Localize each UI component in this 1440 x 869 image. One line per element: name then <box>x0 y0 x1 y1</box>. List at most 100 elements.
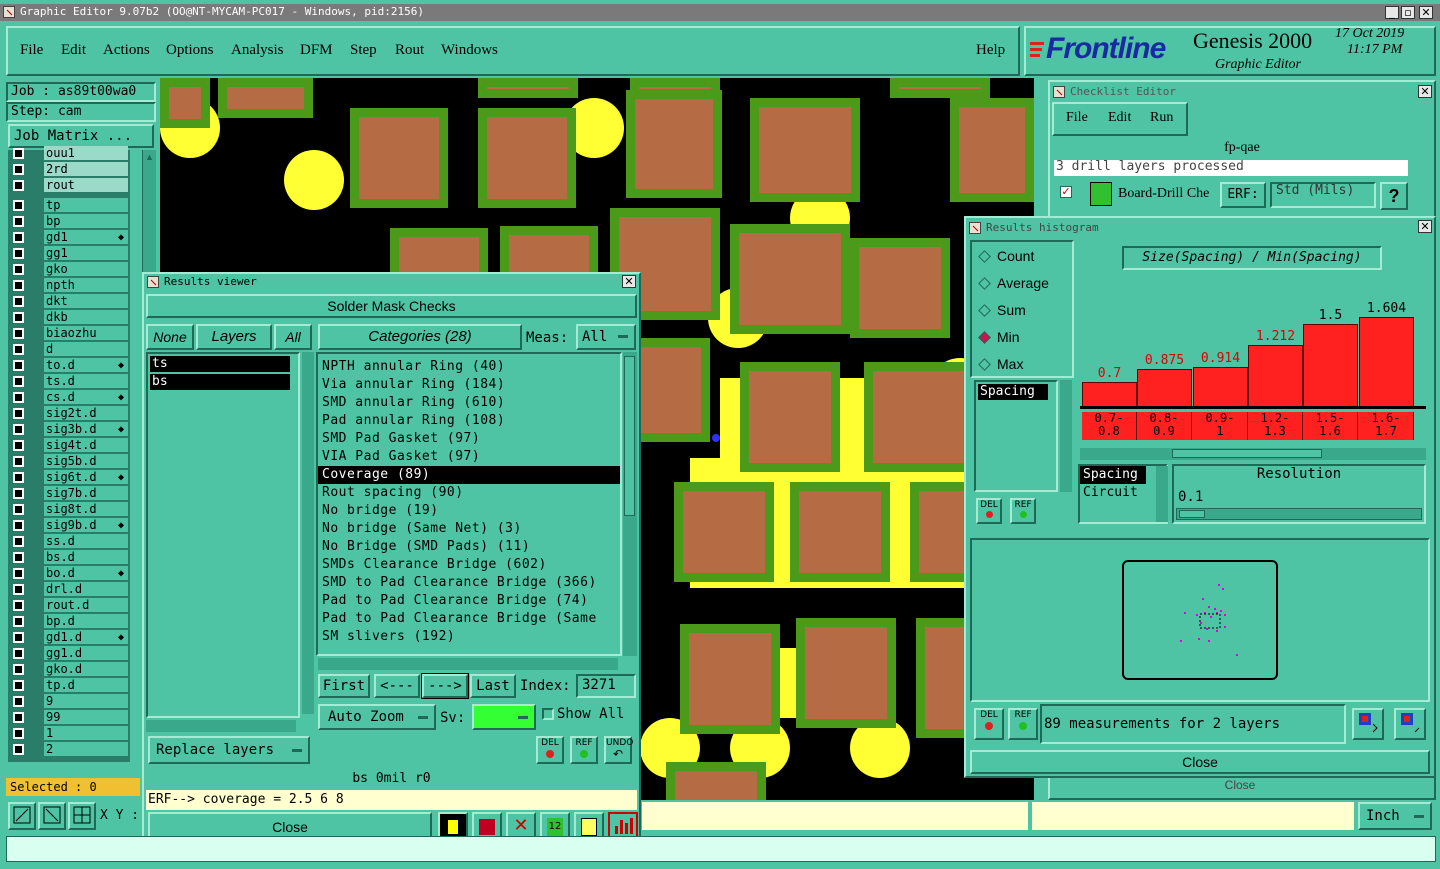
auto-zoom-dropdown[interactable]: Auto Zoom <box>318 704 436 730</box>
categories-scrollbar[interactable] <box>623 352 637 656</box>
category-item[interactable]: SMD to Pad Clearance Bridge (366) <box>318 574 620 592</box>
category-item[interactable]: Pad to Pad Clearance Bridge (74) <box>318 592 620 610</box>
category-item[interactable]: SMD annular Ring (610) <box>318 394 620 412</box>
first-button[interactable]: First <box>318 674 370 698</box>
attr-list-scrollbar[interactable] <box>1156 466 1168 522</box>
layers-none-button[interactable]: None <box>146 324 194 350</box>
layer-checkbox[interactable] <box>13 232 24 243</box>
layer-name[interactable]: bp.d <box>44 614 128 629</box>
layer-row[interactable]: sig2t.d <box>10 406 128 421</box>
layer-checkbox[interactable] <box>13 248 24 259</box>
layer-name[interactable]: gd1 ◆ <box>44 230 128 245</box>
check-enabled-checkbox[interactable]: ✓ <box>1060 186 1072 198</box>
layer-row[interactable]: 9 <box>10 694 128 709</box>
layer-name[interactable]: bo.d ◆ <box>44 566 128 581</box>
layer-name[interactable]: gg1 <box>44 246 128 261</box>
job-matrix-button[interactable]: Job Matrix ... <box>8 124 154 148</box>
layer-checkbox[interactable] <box>13 648 24 659</box>
menu-windows[interactable]: Windows <box>441 42 498 59</box>
menu-file[interactable]: File <box>20 42 43 59</box>
overview-del-button[interactable]: DEL <box>974 708 1004 740</box>
results-viewer-close-icon[interactable]: ✕ <box>622 275 636 288</box>
layer-row[interactable]: gd1.d ◆ <box>10 630 128 645</box>
layer-name[interactable]: sig9b.d ◆ <box>44 518 128 533</box>
layer-checkbox[interactable] <box>13 504 24 515</box>
category-item[interactable]: No bridge (19) <box>318 502 620 520</box>
category-item[interactable]: No bridge (Same Net) (3) <box>318 520 620 538</box>
units-dropdown[interactable]: Inch <box>1358 802 1432 830</box>
index-input[interactable]: 3271 <box>576 674 636 698</box>
overview-ref-button[interactable]: REF <box>1008 708 1038 740</box>
scroll-thumb[interactable] <box>1172 449 1322 458</box>
layer-row[interactable]: ouu1 <box>10 146 128 161</box>
layer-row[interactable]: ts.d <box>10 374 128 389</box>
layer-checkbox[interactable] <box>13 216 24 227</box>
layer-row[interactable]: bs.d <box>10 550 128 565</box>
layer-name[interactable]: dkb <box>44 310 128 325</box>
layer-checkbox[interactable] <box>13 520 24 531</box>
layer-checkbox[interactable] <box>13 456 24 467</box>
layer-name[interactable]: sig3b.d ◆ <box>44 422 128 437</box>
maximize-button[interactable]: ▫ <box>1401 6 1415 19</box>
layer-name[interactable]: 2 <box>44 742 128 757</box>
layer-checkbox[interactable] <box>13 616 24 627</box>
histogram-bar[interactable] <box>1359 317 1414 408</box>
layer-checkbox[interactable] <box>13 312 24 323</box>
layer-row[interactable]: npth <box>10 278 128 293</box>
histogram-close-icon[interactable]: ✕ <box>1418 220 1432 233</box>
hist-ref-button[interactable]: REF <box>1010 498 1036 524</box>
close-window-button[interactable]: ✕ <box>1419 6 1433 19</box>
categories-hscrollbar[interactable] <box>318 658 618 670</box>
zoom-area-icon[interactable] <box>8 802 36 830</box>
checklist-menu-edit[interactable]: Edit <box>1108 110 1131 126</box>
layer-checkbox[interactable] <box>13 584 24 595</box>
layer-row[interactable]: rout.d <box>10 598 128 613</box>
board-outline[interactable] <box>1122 560 1278 680</box>
layer-checkbox[interactable] <box>13 180 24 191</box>
histogram-close-button[interactable]: Close <box>970 750 1430 774</box>
layer-row[interactable]: sig9b.d ◆ <box>10 518 128 533</box>
measure-icon[interactable] <box>38 802 66 830</box>
layer-row[interactable]: dkb <box>10 310 128 325</box>
layer-row[interactable]: bp <box>10 214 128 229</box>
layer-row[interactable]: 2 <box>10 742 128 757</box>
layer-name[interactable]: 2rd <box>44 162 128 177</box>
layer-name[interactable]: sig2t.d <box>44 406 128 421</box>
category-item[interactable]: VIA Pad Gasket (97) <box>318 448 620 466</box>
menu-actions[interactable]: Actions <box>103 42 150 59</box>
layer-checkbox[interactable] <box>13 600 24 611</box>
category-item[interactable]: Rout spacing (90) <box>318 484 620 502</box>
layer-row[interactable]: sig4t.d <box>10 438 128 453</box>
layer-name[interactable]: biaozhu <box>44 326 128 341</box>
layer-name[interactable]: bs.d <box>44 550 128 565</box>
layer-name[interactable]: dkt <box>44 294 128 309</box>
layer-checkbox[interactable] <box>13 680 24 691</box>
undo-button[interactable]: UNDO ↶ <box>604 736 633 764</box>
menu-dfm[interactable]: DFM <box>300 42 333 59</box>
layer-checkbox[interactable] <box>13 360 24 371</box>
layer-row[interactable]: 99 <box>10 710 128 725</box>
category-item[interactable]: NPTH annular Ring (40) <box>318 358 620 376</box>
mode-radio-min[interactable]: Min <box>978 329 1020 345</box>
layer-name[interactable]: to.d ◆ <box>44 358 128 373</box>
layer-row[interactable]: biaozhu <box>10 326 128 341</box>
layer-name[interactable]: sig6t.d ◆ <box>44 470 128 485</box>
layer-name[interactable]: 99 <box>44 710 128 725</box>
check-row-label[interactable]: Board-Drill Che <box>1118 186 1220 202</box>
layer-checkbox[interactable] <box>13 712 24 723</box>
layer-checkbox[interactable] <box>13 744 24 755</box>
ref-button[interactable]: REF <box>570 736 598 764</box>
category-item[interactable]: No Bridge (SMD Pads) (11) <box>318 538 620 556</box>
categories-list[interactable]: NPTH annular Ring (40) Via annular Ring (… <box>316 352 622 656</box>
layer-name[interactable]: ts.d <box>44 374 128 389</box>
prev-button[interactable]: <--- <box>374 674 420 698</box>
layer-row[interactable]: cs.d ◆ <box>10 390 128 405</box>
layer-row[interactable]: rout <box>10 178 128 193</box>
layer-row[interactable]: 2rd <box>10 162 128 177</box>
layer-checkbox[interactable] <box>13 280 24 291</box>
menu-edit[interactable]: Edit <box>61 42 86 59</box>
layer-name[interactable]: 1 <box>44 726 128 741</box>
layer-name[interactable]: d <box>44 342 128 357</box>
scroll-up-icon[interactable]: ▲ <box>144 152 155 164</box>
checklist-menu-file[interactable]: File <box>1066 110 1088 126</box>
